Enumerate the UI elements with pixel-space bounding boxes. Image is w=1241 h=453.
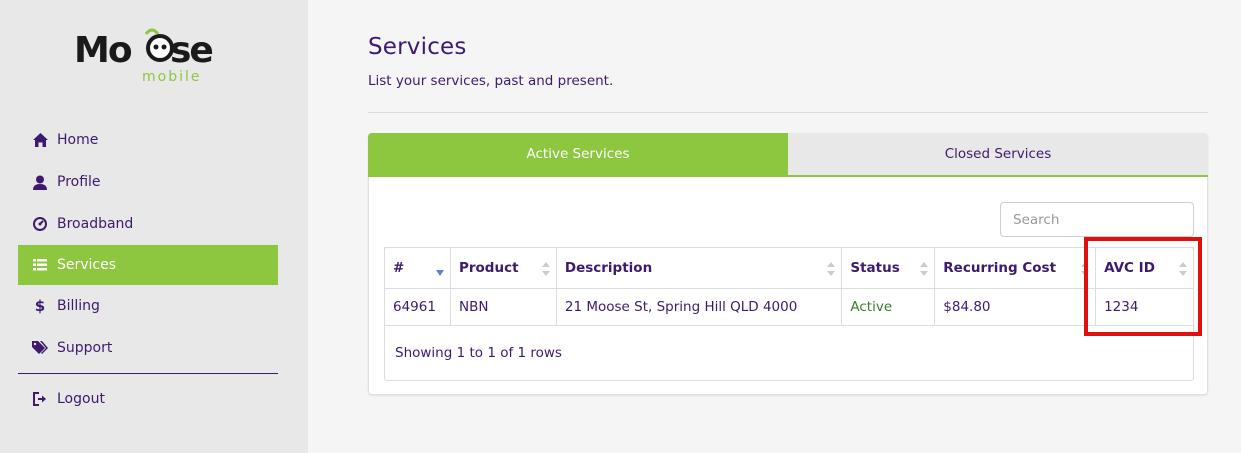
tab-active-services[interactable]: Active Services — [368, 133, 788, 175]
home-icon — [32, 132, 48, 148]
dashboard-icon — [32, 216, 48, 232]
sidebar-item-label: Home — [57, 132, 99, 148]
sidebar-item-label: Billing — [57, 298, 100, 314]
sidebar-item-label: Profile — [57, 174, 101, 190]
column-header-description[interactable]: Description — [555, 247, 843, 289]
sidebar-item-support[interactable]: Support — [18, 327, 278, 369]
list-icon — [32, 257, 48, 273]
services-panel: Active Services Closed Services # Produc… — [368, 133, 1208, 395]
logout-icon — [32, 391, 48, 407]
sidebar-item-billing[interactable]: $ Billing — [18, 285, 278, 327]
sort-desc-icon — [435, 270, 444, 276]
sort-icon — [827, 262, 836, 276]
svg-text:Mo: Mo — [74, 30, 132, 71]
search-input[interactable] — [1000, 202, 1194, 237]
sidebar-item-home[interactable]: Home — [18, 119, 278, 161]
column-label: Description — [564, 260, 653, 276]
cell-status: Active — [841, 288, 936, 326]
column-header-id[interactable]: # — [384, 247, 451, 289]
column-label: # — [393, 260, 405, 276]
table-row[interactable]: 64961 NBN 21 Moose St, Spring Hill QLD 4… — [384, 288, 1194, 326]
sidebar-nav: Home Profile Broadband Services $ Billin… — [18, 119, 278, 420]
sort-icon — [920, 262, 929, 276]
user-icon — [32, 174, 48, 190]
cell-product: NBN — [449, 288, 557, 326]
services-table-container: # Product Description Status Recurring C… — [384, 247, 1194, 381]
sort-icon — [541, 262, 550, 276]
pagination-info: Showing 1 to 1 of 1 rows — [395, 345, 562, 361]
sidebar-item-broadband[interactable]: Broadband — [18, 203, 278, 245]
column-label: Product — [458, 260, 519, 276]
column-header-status[interactable]: Status — [841, 247, 936, 289]
sidebar-item-label: Broadband — [57, 216, 134, 232]
table-header-row: # Product Description Status Recurring C… — [384, 247, 1194, 289]
svg-text:se: se — [170, 30, 212, 71]
sidebar: Mo se mobile Home Profile Broadband Serv… — [0, 0, 308, 453]
sidebar-item-logout[interactable]: Logout — [18, 378, 278, 420]
services-tabs: Active Services Closed Services — [368, 133, 1208, 177]
tab-closed-services[interactable]: Closed Services — [788, 133, 1208, 175]
cell-description: 21 Moose St, Spring Hill QLD 4000 — [555, 288, 843, 326]
sidebar-item-label: Support — [57, 340, 113, 356]
moose-mobile-logo[interactable]: Mo se mobile — [72, 24, 232, 88]
cell-id: 64961 — [384, 288, 451, 326]
column-header-product[interactable]: Product — [449, 247, 557, 289]
services-table: # Product Description Status Recurring C… — [384, 247, 1194, 326]
svg-text:mobile: mobile — [142, 69, 201, 85]
page-subtitle: List your services, past and present. — [368, 73, 614, 89]
column-label: Recurring Cost — [943, 260, 1057, 276]
cell-recurring-cost: $84.80 — [934, 288, 1097, 326]
sidebar-item-profile[interactable]: Profile — [18, 161, 278, 203]
sidebar-item-services[interactable]: Services — [18, 245, 278, 285]
title-divider — [368, 112, 1208, 113]
column-label: Status — [850, 260, 900, 276]
page-title: Services — [368, 34, 467, 60]
sidebar-divider — [18, 373, 278, 374]
dollar-icon: $ — [34, 297, 46, 315]
column-header-recurring-cost[interactable]: Recurring Cost — [934, 247, 1097, 289]
tags-icon — [32, 340, 48, 356]
avc-id-highlight-box — [1084, 237, 1202, 336]
sidebar-item-label: Services — [57, 257, 117, 273]
sidebar-item-label: Logout — [57, 391, 105, 407]
